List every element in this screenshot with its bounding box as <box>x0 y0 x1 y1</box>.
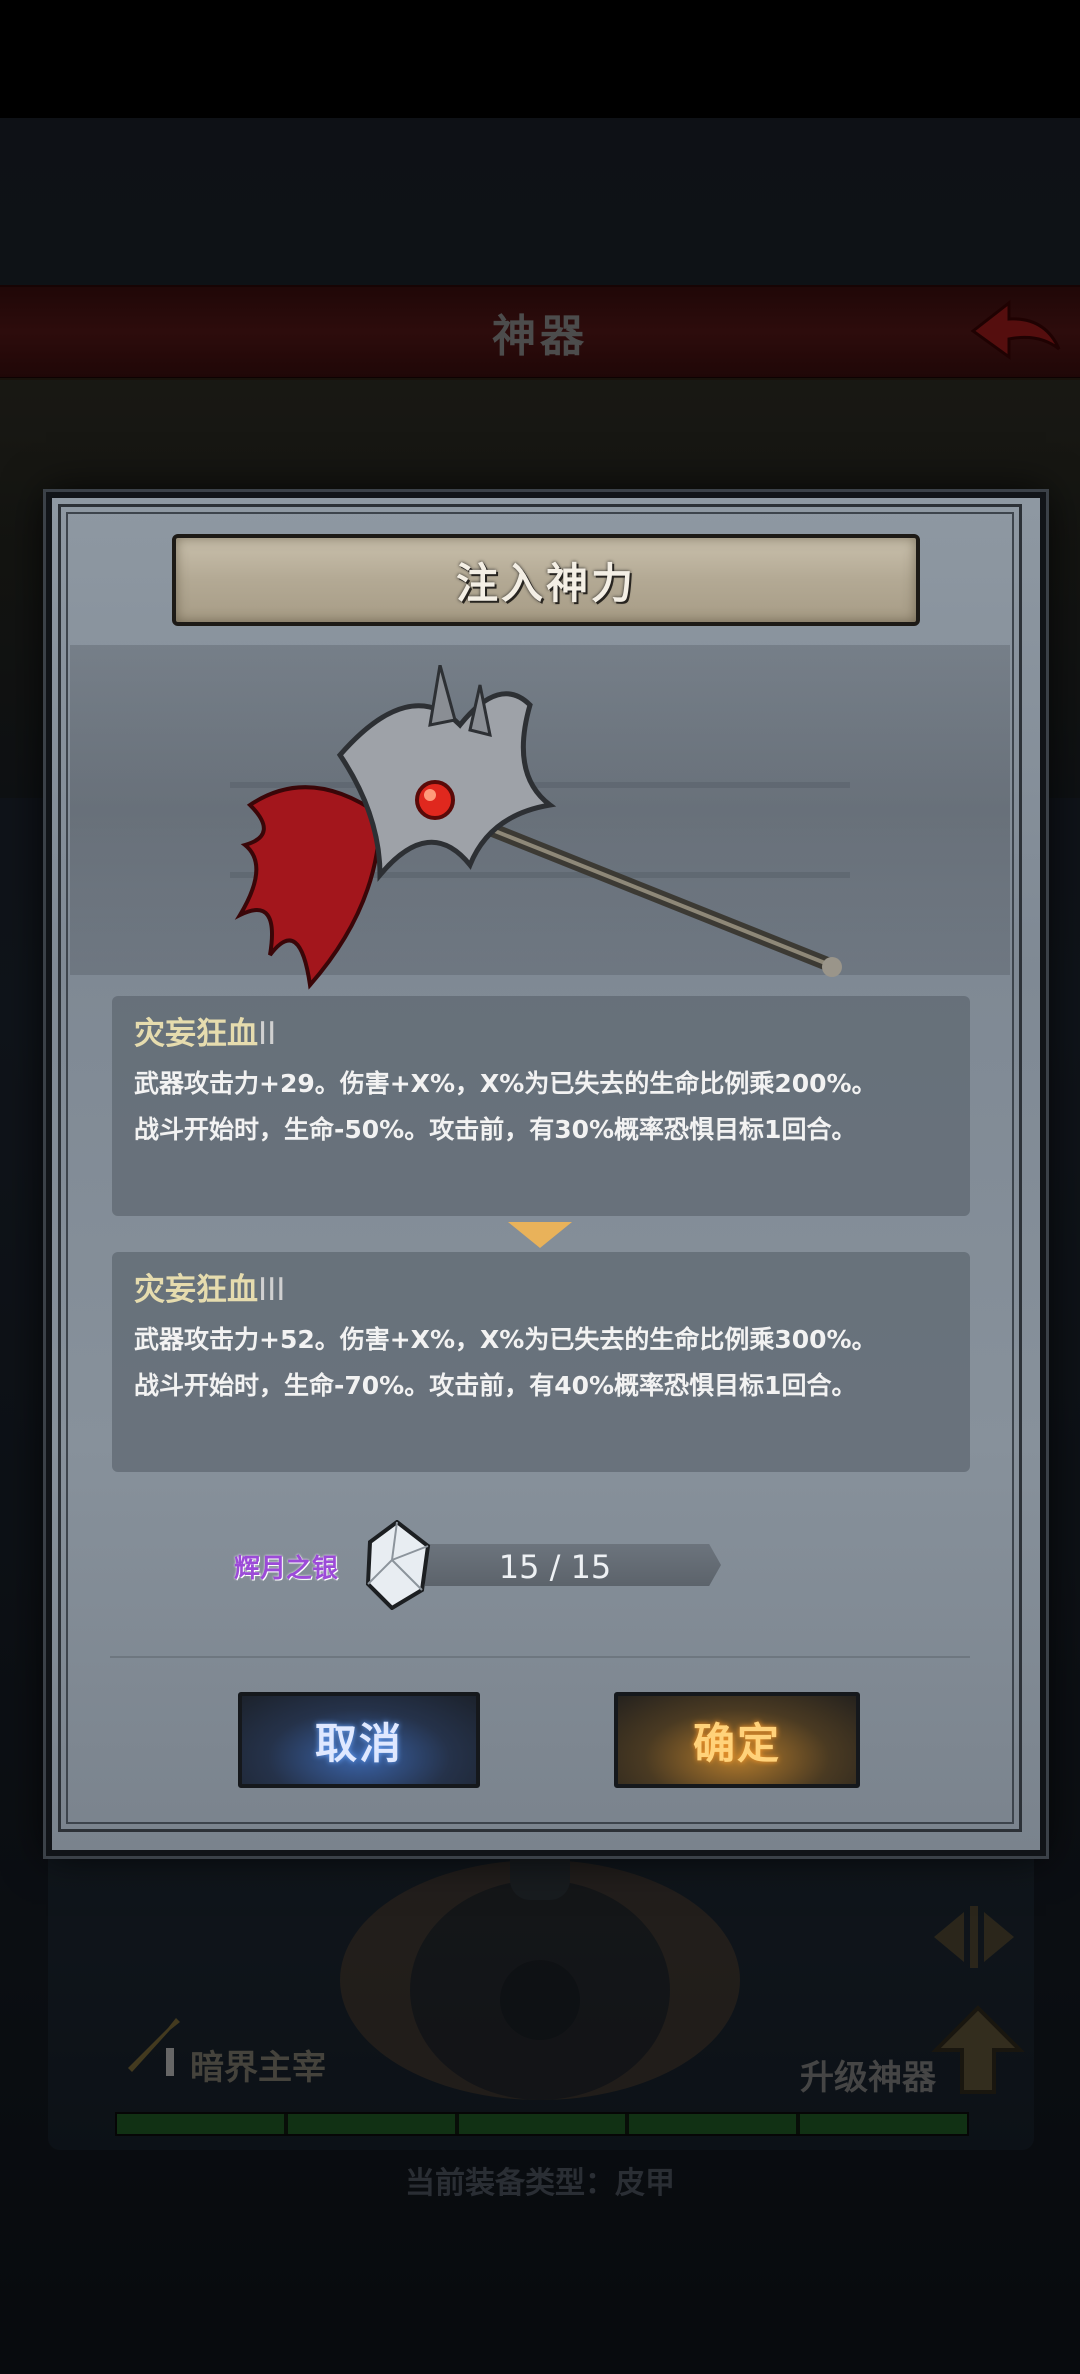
next-effect-line: 武器攻击力+52。伤害+X%，X%为已失去的生命比例乘300%。 <box>134 1325 877 1354</box>
next-effect-title: 灾妄狂血III <box>134 1264 285 1309</box>
dialog-title: 注入神力 <box>455 559 636 608</box>
current-effect-line: 战斗开始时，生命-50%。攻击前，有30%概率恐惧目标1回合。 <box>134 1115 857 1144</box>
weapon-axe-image <box>230 665 850 990</box>
next-effect-line: 战斗开始时，生命-70%。攻击前，有40%概率恐惧目标1回合。 <box>134 1371 857 1400</box>
silver-crystal-icon <box>365 1520 431 1610</box>
effect-tier: III <box>258 1272 286 1308</box>
chevron-down-icon <box>508 1222 572 1248</box>
current-effect-title: 灾妄狂血II <box>134 1008 276 1053</box>
status-bar <box>0 0 1080 118</box>
material-count: 15 / 15 <box>498 1548 612 1586</box>
current-effect-line: 武器攻击力+29。伤害+X%，X%为已失去的生命比例乘200%。 <box>134 1069 877 1098</box>
cancel-button[interactable]: 取消 <box>238 1692 480 1788</box>
effect-name: 灾妄狂血 <box>134 1016 258 1052</box>
effect-tier: II <box>258 1016 277 1052</box>
divider <box>110 1656 970 1658</box>
confirm-button[interactable]: 确定 <box>614 1692 860 1788</box>
effect-name: 灾妄狂血 <box>134 1272 258 1308</box>
material-name: 辉月之银 <box>234 1554 339 1584</box>
